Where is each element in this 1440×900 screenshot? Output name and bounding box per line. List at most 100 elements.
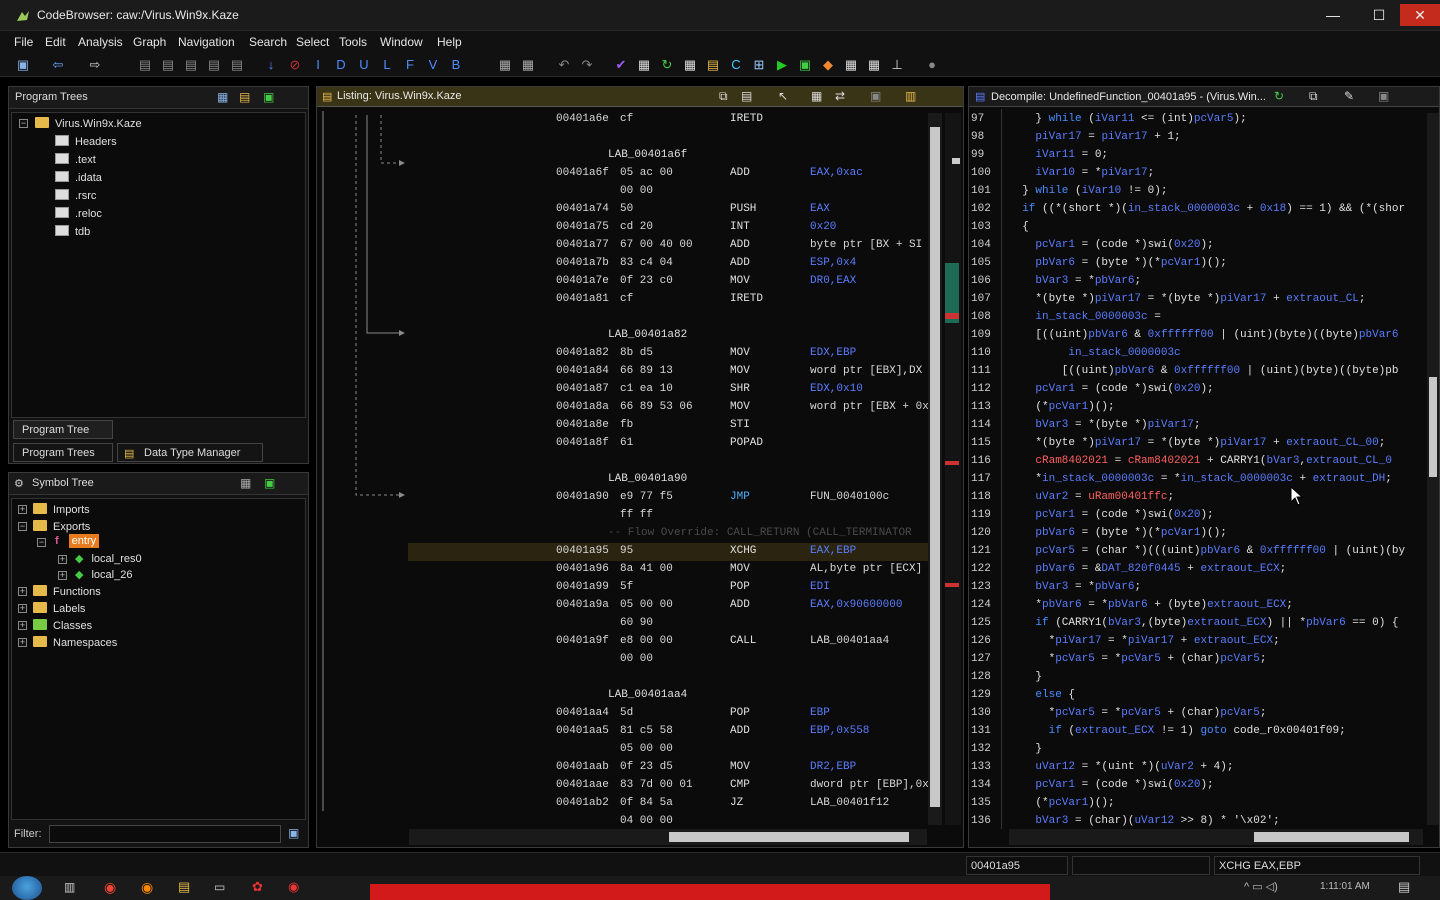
layout-icon[interactable]: ▥ [905, 89, 916, 103]
folder-open-icon[interactable]: ▤ [239, 90, 250, 104]
decompile-line[interactable]: 98 piVar17 = piVar17 + 1; [969, 129, 1427, 147]
table-icon[interactable]: ▦ [843, 57, 859, 73]
field-edit-icon[interactable]: ▦ [811, 89, 822, 103]
tree-item-namespaces[interactable]: Namespaces [33, 636, 117, 649]
tree-item-functions[interactable]: Functions [33, 585, 101, 598]
decompile-line[interactable]: 110 in_stack_0000003c [969, 345, 1427, 363]
decompile-line[interactable]: 112 pcVar1 = (code *)swi(0x20); [969, 381, 1427, 399]
expand-toggle[interactable]: + [58, 571, 67, 580]
decompile-line[interactable]: 100 iVar10 = *piVar17; [969, 165, 1427, 183]
forward-icon[interactable]: ⇨ [87, 57, 103, 73]
tree-item-labels[interactable]: Labels [33, 602, 85, 615]
tree-item-imports[interactable]: Imports [33, 503, 90, 516]
decompile-line[interactable]: 136 bVar3 = (char)(uVar12 >> 8) * '\x02'… [969, 813, 1427, 827]
decompile-line[interactable]: 125 if (CARRY1(bVar3,(byte)extraout_ECX)… [969, 615, 1427, 633]
menu-graph[interactable]: Graph [133, 35, 166, 49]
tree-root[interactable]: Virus.Win9x.Kaze [35, 117, 142, 130]
menu-help[interactable]: Help [437, 35, 462, 49]
decompile-line[interactable]: 116 cRam8402021 = cRam8402021 + CARRY1(b… [969, 453, 1427, 471]
operands[interactable]: LAB_00401f12 [810, 797, 889, 809]
decompile-line[interactable]: 101 } while (iVar10 != 0); [969, 183, 1427, 201]
tab-program-tree[interactable]: Program Tree [13, 420, 113, 439]
terminal-icon[interactable]: ▭ [214, 880, 225, 894]
down-arrow-icon[interactable]: ↓ [263, 57, 279, 73]
save-icon[interactable]: ▣ [15, 57, 31, 73]
close-button[interactable]: ✕ [1400, 4, 1440, 26]
menu-analysis[interactable]: Analysis [78, 35, 123, 49]
menu-edit[interactable]: Edit [45, 35, 66, 49]
instruction-icon[interactable]: I [310, 57, 326, 73]
decompile-line[interactable]: 108 in_stack_0000003c = [969, 309, 1427, 327]
data-icon[interactable]: D [333, 57, 349, 73]
undo-icon[interactable]: ↶ [556, 57, 572, 73]
decompile-line[interactable]: 103 { [969, 219, 1427, 237]
collapse-icon[interactable]: ▣ [263, 90, 274, 104]
decompile-line[interactable]: 122 pbVar6 = &DAT_820f0445 + extraout_EC… [969, 561, 1427, 579]
edit-icon[interactable]: ✎ [1344, 89, 1354, 103]
collapse-toggle[interactable]: − [37, 538, 46, 547]
check-icon[interactable]: ✔ [613, 57, 629, 73]
expand-toggle[interactable]: + [18, 621, 27, 630]
expand-toggle[interactable]: + [18, 505, 27, 514]
tree-item-entry[interactable]: f entry [55, 534, 100, 548]
tree-item-rsrc[interactable]: .rsrc [55, 189, 96, 202]
scrollbar-thumb[interactable] [930, 127, 940, 807]
decompile-line[interactable]: 111 [((uint)pbVar6 & 0xffffff00 | (uint)… [969, 363, 1427, 381]
decompile-line[interactable]: 130 *pcVar5 = *pcVar5 + (char)pcVar5; [969, 705, 1427, 723]
tool-icon[interactable]: ▦ [497, 57, 513, 73]
operands[interactable]: FUN_0040100c [810, 491, 889, 503]
collapse-toggle[interactable]: − [19, 119, 28, 128]
decompile-line[interactable]: 118 uVar2 = uRam00401ffc; [969, 489, 1427, 507]
bookmark-icon[interactable]: B [448, 57, 464, 73]
decompile-line[interactable]: 126 *piVar17 = *piVar17 + extraout_ECX; [969, 633, 1427, 651]
tree-item-text[interactable]: .text [55, 153, 96, 166]
decompile-line[interactable]: 97 } while (iVar11 <= (int)pcVar5); [969, 111, 1427, 129]
menu-file[interactable]: File [14, 35, 33, 49]
nav-icon[interactable]: ▤ [206, 57, 222, 73]
decompile-line[interactable]: 127 *pcVar5 = *pcVar5 + (char)pcVar5; [969, 651, 1427, 669]
filter-input[interactable] [49, 825, 281, 843]
listing-vertical-scrollbar[interactable] [928, 113, 942, 825]
decompile-line[interactable]: 102 if ((*(short *)(in_stack_0000003c + … [969, 201, 1427, 219]
expand-toggle[interactable]: + [18, 604, 27, 613]
collapse-toggle[interactable]: − [18, 522, 27, 531]
tree-item-classes[interactable]: Classes [33, 619, 92, 632]
nav-icon[interactable]: ▤ [229, 57, 245, 73]
tree-item-local-res0[interactable]: ◆ local_res0 [75, 552, 142, 565]
decompile-line[interactable]: 131 if (extraout_ECX != 1) goto code_r0x… [969, 723, 1427, 741]
folder-icon[interactable]: ▤ [705, 57, 721, 73]
decompile-line[interactable]: 132 } [969, 741, 1427, 759]
tool-icon[interactable]: ▦ [520, 57, 536, 73]
decompile-line[interactable]: 114 bVar3 = *(byte *)piVar17; [969, 417, 1427, 435]
tree-item-reloc[interactable]: .reloc [55, 207, 102, 220]
tree-item-local-26[interactable]: ◆ local_26 [75, 568, 132, 581]
expand-toggle[interactable]: + [18, 638, 27, 647]
snapshot-icon[interactable]: ▣ [1378, 89, 1389, 103]
decompile-line[interactable]: 129 else { [969, 687, 1427, 705]
decompile-horizontal-scrollbar[interactable] [1009, 829, 1423, 845]
decompile-line[interactable]: 117 *in_stack_0000003c = *in_stack_00000… [969, 471, 1427, 489]
tree-item-headers[interactable]: Headers [55, 135, 117, 148]
cursor-icon[interactable]: ↖ [778, 89, 788, 103]
menu-navigation[interactable]: Navigation [178, 35, 235, 49]
decompile-line[interactable]: 123 bVar3 = *pbVar6; [969, 579, 1427, 597]
notifications-icon[interactable]: ▤ [1398, 879, 1410, 895]
decompile-line[interactable]: 134 pcVar1 = (code *)swi(0x20); [969, 777, 1427, 795]
stop-icon[interactable]: ⊘ [287, 57, 303, 73]
memory-icon[interactable]: ▦ [866, 57, 882, 73]
expand-toggle[interactable]: + [18, 587, 27, 596]
decompile-line[interactable]: 124 *pbVar6 = *pbVar6 + (byte)extraout_E… [969, 597, 1427, 615]
tree-item-tdb[interactable]: tdb [55, 225, 90, 238]
file-explorer-icon[interactable]: ▤ [178, 879, 190, 895]
nav-icon[interactable]: ▤ [137, 57, 153, 73]
refresh-icon[interactable]: ↻ [659, 57, 675, 73]
decompile-line[interactable]: 135 (*pcVar1)(); [969, 795, 1427, 813]
decompile-line[interactable]: 109 [((uint)pbVar6 & 0xffffff00 | (uint)… [969, 327, 1427, 345]
scrollbar-thumb[interactable] [669, 832, 909, 842]
tree-item-idata[interactable]: .idata [55, 171, 102, 184]
overview-bar[interactable] [945, 113, 961, 825]
menu-tools[interactable]: Tools [339, 35, 367, 49]
copy-icon[interactable]: ⧉ [1309, 89, 1318, 104]
script-icon[interactable]: ▣ [797, 57, 813, 73]
nav-icon[interactable]: ▤ [183, 57, 199, 73]
